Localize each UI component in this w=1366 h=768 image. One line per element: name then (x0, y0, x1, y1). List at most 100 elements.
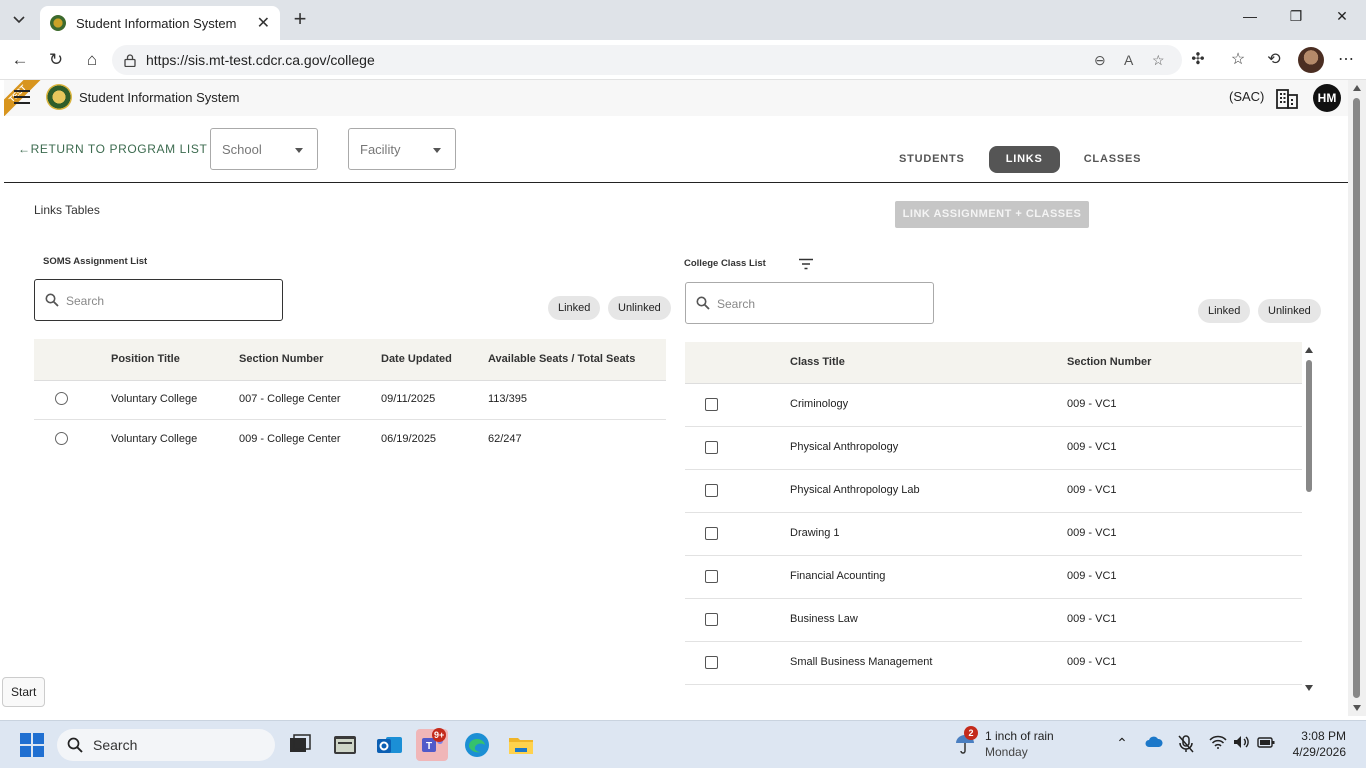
college-table-scrollbar[interactable] (1302, 344, 1316, 694)
taskbar-search[interactable]: Search (57, 729, 275, 761)
tab-classes[interactable]: CLASSES (1078, 146, 1148, 173)
file-explorer-icon[interactable] (505, 729, 537, 761)
row-checkbox[interactable] (705, 398, 718, 411)
column-header[interactable]: Section Number (239, 353, 323, 365)
soms-search-input[interactable]: Search (34, 279, 283, 321)
page-tabs: STUDENTS LINKS CLASSES (893, 146, 1165, 173)
history-icon[interactable]: ⟲ (1263, 50, 1285, 70)
scroll-down-arrow-icon[interactable] (1305, 685, 1313, 691)
table-row[interactable]: Voluntary College 009 - College Center 0… (34, 420, 666, 459)
table-row[interactable]: Small Business Management 009 - VC1 (685, 642, 1302, 685)
soms-unlinked-chip[interactable]: Unlinked (608, 296, 671, 320)
building-icon[interactable] (1276, 87, 1298, 109)
restore-icon[interactable]: ❐ (1284, 8, 1308, 25)
table-row[interactable]: Drawing 1 009 - VC1 (685, 513, 1302, 556)
row-checkbox[interactable] (705, 613, 718, 626)
table-row[interactable]: Physical Anthropology 009 - VC1 (685, 427, 1302, 470)
row-checkbox[interactable] (705, 441, 718, 454)
college-linked-chip[interactable]: Linked (1198, 299, 1251, 323)
svg-text:T: T (426, 741, 432, 752)
soms-linked-chip[interactable]: Linked (548, 296, 601, 320)
chevron-up-icon[interactable]: ⌃ (1112, 735, 1132, 752)
app-header: TEST Student Information System (SAC) HM (4, 80, 1348, 116)
taskbar-search-label: Search (93, 737, 138, 753)
windows-start-icon[interactable] (20, 733, 44, 757)
tab-students[interactable]: STUDENTS (893, 146, 971, 173)
window-close-icon[interactable]: ✕ (1330, 8, 1354, 25)
table-row[interactable]: Voluntary College 007 - College Center 0… (34, 381, 666, 420)
school-placeholder: School (222, 142, 262, 157)
column-header[interactable]: Class Title (790, 356, 845, 368)
college-list-label: College Class List (684, 258, 766, 269)
refresh-icon[interactable]: ↻ (46, 50, 66, 70)
link-assignment-classes-button[interactable]: LINK ASSIGNMENT + CLASSES (895, 201, 1089, 228)
read-aloud-icon[interactable]: A (1124, 45, 1133, 75)
row-checkbox[interactable] (705, 527, 718, 540)
return-link-label: RETURN TO PROGRAM LIST (30, 142, 208, 156)
cdcr-seal-logo (46, 84, 72, 110)
tab-close-icon[interactable]: ✕ (257, 13, 270, 33)
school-select[interactable]: School (210, 128, 318, 170)
new-tab-plus-icon[interactable]: + (288, 8, 312, 32)
row-checkbox[interactable] (705, 656, 718, 669)
facility-select[interactable]: Facility (348, 128, 456, 170)
row-checkbox[interactable] (705, 484, 718, 497)
microphone-muted-icon[interactable] (1176, 735, 1196, 756)
class-title: Drawing 1 (790, 527, 840, 539)
favorites-icon[interactable]: ☆ (1227, 50, 1249, 70)
column-header[interactable]: Position Title (111, 353, 180, 365)
onedrive-cloud-icon[interactable] (1144, 735, 1164, 751)
column-header[interactable]: Available Seats / Total Seats (488, 353, 635, 365)
volume-icon[interactable] (1232, 735, 1252, 752)
row-checkbox[interactable] (705, 570, 718, 583)
class-title: Financial Acounting (790, 570, 886, 582)
college-unlinked-chip[interactable]: Unlinked (1258, 299, 1321, 323)
college-table-header: Class Title Section Number (685, 342, 1302, 384)
tab-title: Student Information System (76, 15, 237, 31)
zoom-icon[interactable]: ⊖ (1094, 45, 1106, 75)
column-header[interactable]: Section Number (1067, 356, 1151, 368)
weather-summary[interactable]: 1 inch of rain (985, 729, 1054, 743)
table-row[interactable]: Business Law 009 - VC1 (685, 599, 1302, 642)
row-radio[interactable] (55, 392, 68, 405)
url-field[interactable]: https://sis.mt-test.cdcr.ca.gov/college … (112, 45, 1182, 75)
battery-icon[interactable] (1256, 735, 1276, 751)
page-scrollbar[interactable] (1348, 80, 1366, 716)
outlook-app-icon[interactable] (374, 729, 406, 761)
browser-tab[interactable]: Student Information System ✕ (40, 6, 280, 40)
hamburger-menu-icon[interactable] (14, 90, 30, 104)
home-icon[interactable]: ⌂ (82, 50, 102, 70)
terminal-app-icon[interactable] (329, 729, 361, 761)
user-avatar[interactable]: HM (1313, 84, 1341, 112)
tab-list-chevron-icon[interactable] (6, 7, 32, 33)
tab-links[interactable]: LINKS (988, 146, 1060, 173)
favorite-star-icon[interactable]: ☆ (1152, 45, 1165, 75)
table-row[interactable]: Financial Acounting 009 - VC1 (685, 556, 1302, 599)
browser-addressbar: ← ↻ ⌂ https://sis.mt-test.cdcr.ca.gov/co… (0, 40, 1366, 80)
class-title: Small Business Management (790, 656, 933, 668)
section-number: 009 - VC1 (1067, 484, 1117, 496)
college-search-input[interactable]: Search (685, 282, 934, 324)
return-to-program-list-link[interactable]: ←RETURN TO PROGRAM LIST (18, 142, 207, 156)
scrollbar-thumb[interactable] (1306, 360, 1312, 492)
search-icon (696, 296, 710, 310)
more-options-icon[interactable]: ⋯ (1335, 50, 1357, 70)
filter-icon[interactable] (798, 258, 814, 270)
edge-browser-icon[interactable] (461, 729, 493, 761)
table-row[interactable]: Criminology 009 - VC1 (685, 384, 1302, 427)
minimize-icon[interactable]: — (1238, 8, 1262, 24)
extensions-icon[interactable]: ✣ (1187, 50, 1209, 70)
taskbar-time[interactable]: 3:08 PM (1290, 729, 1346, 743)
scrollbar-thumb[interactable] (1353, 98, 1360, 698)
scroll-down-arrow-icon[interactable] (1353, 705, 1361, 711)
scroll-up-arrow-icon[interactable] (1353, 85, 1361, 91)
row-radio[interactable] (55, 432, 68, 445)
browser-profile-avatar[interactable] (1298, 47, 1324, 73)
scroll-up-arrow-icon[interactable] (1305, 347, 1313, 353)
taskbar-date[interactable]: 4/29/2026 (1286, 745, 1346, 759)
column-header[interactable]: Date Updated (381, 353, 452, 365)
table-row[interactable]: Physical Anthropology Lab 009 - VC1 (685, 470, 1302, 513)
wifi-icon[interactable] (1208, 735, 1228, 752)
back-arrow-icon[interactable]: ← (10, 50, 30, 70)
task-view-icon[interactable] (284, 729, 316, 761)
